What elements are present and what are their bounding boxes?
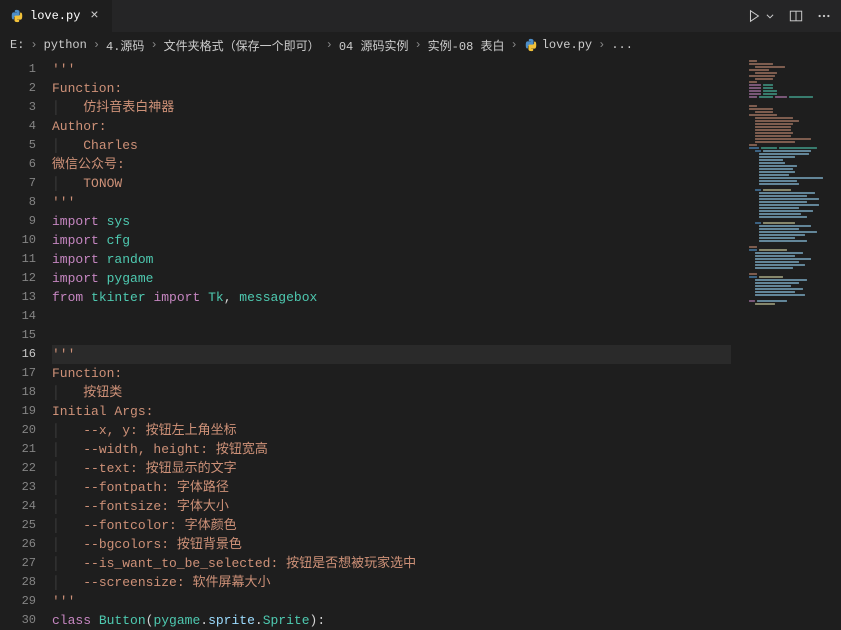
line-number: 10 xyxy=(0,231,52,250)
line-number: 16 xyxy=(0,345,52,364)
code-line: │ --fontsize: 字体大小 xyxy=(52,497,731,516)
chevron-right-icon: › xyxy=(510,38,517,52)
line-number: 18 xyxy=(0,383,52,402)
code-line: import pygame xyxy=(52,269,731,288)
chevron-right-icon: › xyxy=(326,38,333,52)
line-number: 23 xyxy=(0,478,52,497)
code-line: │ 按钮类 xyxy=(52,383,731,402)
line-number: 7 xyxy=(0,174,52,193)
line-number: 9 xyxy=(0,212,52,231)
chevron-right-icon: › xyxy=(150,38,157,52)
tab-bar: love.py × xyxy=(0,0,841,32)
code-line: import cfg xyxy=(52,231,731,250)
more-icon[interactable] xyxy=(817,9,831,23)
code-editor[interactable]: 1 2 3 4 5 6 7 8 9 10 11 12 13 14 15 16 1… xyxy=(0,58,841,630)
code-line: ''' xyxy=(52,345,731,364)
line-number: 20 xyxy=(0,421,52,440)
code-line: │ TONOW xyxy=(52,174,731,193)
close-icon[interactable]: × xyxy=(86,8,102,24)
line-number: 17 xyxy=(0,364,52,383)
line-number: 28 xyxy=(0,573,52,592)
code-line: │ --width, height: 按钮宽高 xyxy=(52,440,731,459)
line-number: 25 xyxy=(0,516,52,535)
line-number: 3 xyxy=(0,98,52,117)
code-line: │ Charles xyxy=(52,136,731,155)
code-line: │ --bgcolors: 按钮背景色 xyxy=(52,535,731,554)
line-number: 14 xyxy=(0,307,52,326)
crumb[interactable]: love.py xyxy=(542,38,592,52)
code-line xyxy=(52,326,731,345)
python-file-icon xyxy=(10,9,24,23)
crumb[interactable]: ... xyxy=(611,38,633,52)
line-number: 11 xyxy=(0,250,52,269)
code-line: │ --fontcolor: 字体颜色 xyxy=(52,516,731,535)
line-number: 8 xyxy=(0,193,52,212)
code-line: │ 仿抖音表白神器 xyxy=(52,98,731,117)
line-number: 4 xyxy=(0,117,52,136)
code-line: ''' xyxy=(52,592,731,611)
line-number: 22 xyxy=(0,459,52,478)
line-number: 30 xyxy=(0,611,52,630)
line-number: 13 xyxy=(0,288,52,307)
chevron-right-icon: › xyxy=(93,38,100,52)
minimap[interactable] xyxy=(745,58,835,318)
chevron-down-icon[interactable] xyxy=(765,9,775,23)
chevron-right-icon: › xyxy=(30,38,37,52)
code-line: 微信公众号: xyxy=(52,155,731,174)
split-editor-icon[interactable] xyxy=(789,9,803,23)
run-icon[interactable] xyxy=(747,9,761,23)
chevron-right-icon: › xyxy=(598,38,605,52)
crumb[interactable]: 实例-08 表白 xyxy=(428,37,505,54)
editor-actions xyxy=(747,9,841,23)
crumb[interactable]: python xyxy=(44,38,87,52)
code-line: │ --text: 按钮显示的文字 xyxy=(52,459,731,478)
code-line: import random xyxy=(52,250,731,269)
crumb[interactable]: 文件夹格式（保存一个即可） xyxy=(164,37,320,54)
python-file-icon xyxy=(524,38,538,52)
line-number: 24 xyxy=(0,497,52,516)
code-line: Function: xyxy=(52,79,731,98)
line-number: 15 xyxy=(0,326,52,345)
crumb[interactable]: 4.源码 xyxy=(106,37,144,54)
line-number: 27 xyxy=(0,554,52,573)
line-number: 5 xyxy=(0,136,52,155)
code-line: Initial Args: xyxy=(52,402,731,421)
crumb[interactable]: E: xyxy=(10,38,24,52)
code-line: Function: xyxy=(52,364,731,383)
code-line: │ --fontpath: 字体路径 xyxy=(52,478,731,497)
chevron-right-icon: › xyxy=(414,38,421,52)
code-line: ''' xyxy=(52,60,731,79)
line-number: 2 xyxy=(0,79,52,98)
line-number: 26 xyxy=(0,535,52,554)
code-content[interactable]: ''' Function: │ 仿抖音表白神器 Author: │ Charle… xyxy=(52,58,841,630)
code-line: │ --x, y: 按钮左上角坐标 xyxy=(52,421,731,440)
line-number: 19 xyxy=(0,402,52,421)
crumb[interactable]: 04 源码实例 xyxy=(339,37,409,54)
tab-love-py[interactable]: love.py × xyxy=(0,0,113,32)
line-number: 6 xyxy=(0,155,52,174)
code-line: class Button(pygame.sprite.Sprite): xyxy=(52,611,731,630)
code-line xyxy=(52,307,731,326)
line-number: 1 xyxy=(0,60,52,79)
code-line: │ --screensize: 软件屏幕大小 xyxy=(52,573,731,592)
line-number: 21 xyxy=(0,440,52,459)
line-number-gutter: 1 2 3 4 5 6 7 8 9 10 11 12 13 14 15 16 1… xyxy=(0,58,52,630)
code-line: Author: xyxy=(52,117,731,136)
code-line: │ --is_want_to_be_selected: 按钮是否想被玩家选中 xyxy=(52,554,731,573)
code-line: import sys xyxy=(52,212,731,231)
code-line: ''' xyxy=(52,193,731,212)
breadcrumb[interactable]: E: › python › 4.源码 › 文件夹格式（保存一个即可） › 04 … xyxy=(0,32,841,58)
tab-label: love.py xyxy=(30,9,80,23)
line-number: 29 xyxy=(0,592,52,611)
code-line: from tkinter import Tk, messagebox xyxy=(52,288,731,307)
line-number: 12 xyxy=(0,269,52,288)
